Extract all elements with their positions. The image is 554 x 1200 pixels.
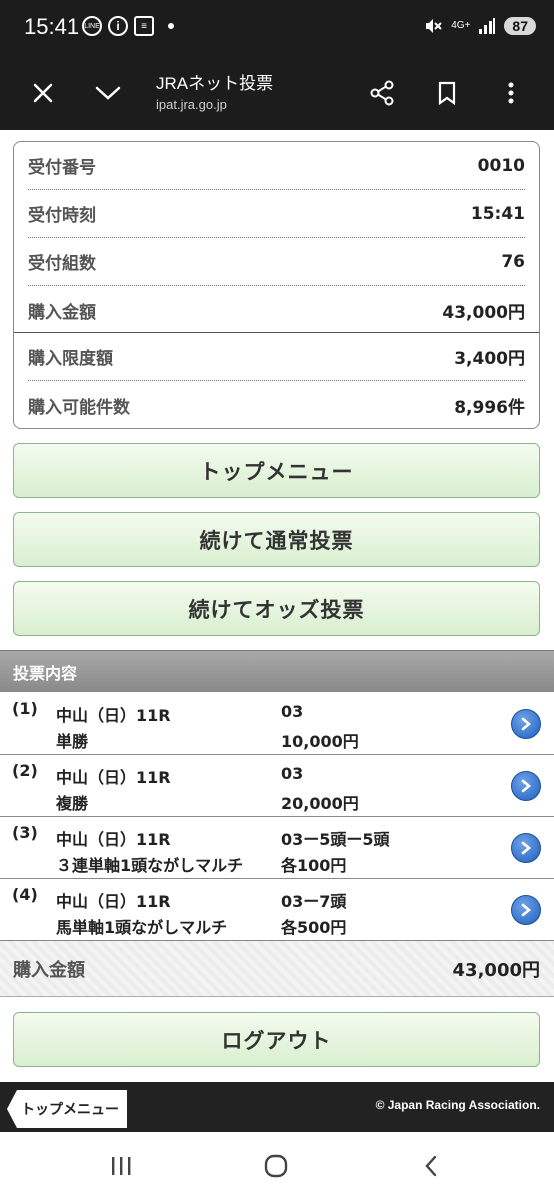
info-label: 購入金額 bbox=[28, 302, 96, 323]
system-nav-bar bbox=[0, 1132, 554, 1200]
info-value: 0010 bbox=[477, 155, 525, 176]
bet-selection: 03ー7頭 bbox=[281, 892, 347, 911]
more-button[interactable] bbox=[491, 73, 531, 113]
share-icon bbox=[370, 80, 394, 106]
info-row-purchase-limit: 購入限度額 3,400円 bbox=[28, 333, 525, 381]
close-button[interactable] bbox=[23, 73, 63, 113]
top-menu-button[interactable]: トップメニュー bbox=[13, 443, 540, 498]
page-title: JRAネット投票 bbox=[156, 74, 274, 93]
info-icon: i bbox=[108, 16, 128, 36]
more-vert-icon bbox=[508, 82, 514, 104]
bet-selection: 03 bbox=[281, 702, 304, 721]
bet-index: (4) bbox=[12, 885, 38, 904]
bet-race: 中山（日）11R bbox=[56, 706, 171, 725]
bet-index: (3) bbox=[12, 823, 38, 842]
page-footer: トップメニュー © Japan Racing Association. bbox=[0, 1082, 554, 1132]
bet-type: ３連単軸1頭ながしマルチ bbox=[56, 856, 244, 875]
close-icon bbox=[33, 83, 53, 103]
continue-normal-vote-button[interactable]: 続けて通常投票 bbox=[13, 512, 540, 567]
total-value: 43,000円 bbox=[452, 959, 540, 981]
status-time: 15:41 bbox=[24, 14, 80, 39]
info-value: 3,400円 bbox=[454, 349, 525, 369]
bookmark-button[interactable] bbox=[427, 73, 467, 113]
info-row-purchase-amount: 購入金額 43,000円 bbox=[28, 286, 525, 334]
bet-race: 中山（日）11R bbox=[56, 830, 171, 849]
info-row-receipt-time: 受付時刻 15:41 bbox=[28, 190, 525, 238]
home-icon bbox=[264, 1154, 288, 1178]
network-type: 4G+ bbox=[451, 20, 471, 31]
bet-row[interactable]: (2) 中山（日）11R 複勝 03 20,000円 bbox=[0, 755, 554, 817]
bet-amount: 各500円 bbox=[281, 918, 347, 937]
footer-top-menu-link[interactable]: トップメニュー bbox=[7, 1090, 127, 1128]
info-row-available-count: 購入可能件数 8,996件 bbox=[28, 381, 525, 429]
info-value: 15:41 bbox=[470, 203, 525, 224]
copyright: © Japan Racing Association. bbox=[375, 1098, 540, 1112]
bet-row[interactable]: (3) 中山（日）11R ３連単軸1頭ながしマルチ 03ー5頭ー5頭 各100円 bbox=[0, 817, 554, 879]
info-value: 76 bbox=[501, 251, 525, 272]
receipt-info-panel: 受付番号 0010 受付時刻 15:41 受付組数 76 購入金額 43,000… bbox=[13, 141, 540, 429]
total-label: 購入金額 bbox=[13, 959, 85, 981]
home-button[interactable] bbox=[256, 1150, 296, 1182]
logout-button[interactable]: ログアウト bbox=[13, 1012, 540, 1067]
bet-amount: 10,000円 bbox=[281, 732, 359, 751]
notification-dot-icon bbox=[168, 23, 174, 29]
info-label: 購入限度額 bbox=[28, 349, 113, 369]
bet-type: 馬単軸1頭ながしマルチ bbox=[56, 918, 228, 937]
line-icon: LINE bbox=[82, 16, 102, 36]
bet-index: (1) bbox=[12, 699, 38, 718]
bet-type: 複勝 bbox=[56, 794, 89, 813]
signal-icon bbox=[479, 18, 496, 34]
bet-race: 中山（日）11R bbox=[56, 892, 171, 911]
bet-row[interactable]: (1) 中山（日）11R 単勝 03 10,000円 bbox=[0, 693, 554, 755]
chevron-right-icon[interactable] bbox=[511, 895, 541, 925]
bet-race: 中山（日）11R bbox=[56, 768, 171, 787]
back-icon bbox=[425, 1155, 437, 1177]
mute-icon bbox=[426, 19, 442, 33]
bet-type: 単勝 bbox=[56, 732, 89, 751]
total-amount-row: 購入金額 43,000円 bbox=[0, 941, 554, 997]
back-button[interactable] bbox=[411, 1150, 451, 1182]
recent-apps-button[interactable] bbox=[101, 1150, 141, 1182]
info-value: 43,000円 bbox=[442, 302, 525, 323]
chevron-right-icon[interactable] bbox=[511, 833, 541, 863]
info-row-combinations: 受付組数 76 bbox=[28, 238, 525, 286]
bet-amount: 20,000円 bbox=[281, 794, 359, 813]
page-url: ipat.jra.go.jp bbox=[156, 97, 227, 112]
battery-level: 87 bbox=[504, 17, 536, 35]
bet-index: (2) bbox=[12, 761, 38, 780]
bet-selection: 03ー5頭ー5頭 bbox=[281, 830, 390, 849]
bets-section-header: 投票内容 bbox=[0, 650, 554, 692]
browser-header: JRAネット投票 ipat.jra.go.jp bbox=[0, 56, 554, 130]
info-label: 受付番号 bbox=[28, 158, 96, 178]
info-label: 受付時刻 bbox=[28, 206, 96, 226]
bet-selection: 03 bbox=[281, 764, 304, 783]
info-label: 受付組数 bbox=[28, 254, 96, 274]
bookmark-icon bbox=[438, 81, 456, 105]
news-icon: ≡ bbox=[134, 16, 154, 36]
continue-odds-vote-button[interactable]: 続けてオッズ投票 bbox=[13, 581, 540, 636]
chevron-down-icon bbox=[95, 86, 121, 100]
info-row-receipt-number: 受付番号 0010 bbox=[28, 142, 525, 190]
info-label: 購入可能件数 bbox=[28, 397, 130, 418]
chevron-right-icon[interactable] bbox=[511, 709, 541, 739]
collapse-button[interactable] bbox=[88, 73, 128, 113]
recent-apps-icon bbox=[112, 1157, 131, 1175]
bet-amount: 各100円 bbox=[281, 856, 347, 875]
chevron-right-icon[interactable] bbox=[511, 771, 541, 801]
bet-row[interactable]: (4) 中山（日）11R 馬単軸1頭ながしマルチ 03ー7頭 各500円 bbox=[0, 879, 554, 941]
share-button[interactable] bbox=[362, 73, 402, 113]
info-value: 8,996件 bbox=[454, 397, 525, 418]
status-bar: 15:41 LINE i ≡ 4G+ 87 bbox=[0, 0, 554, 56]
